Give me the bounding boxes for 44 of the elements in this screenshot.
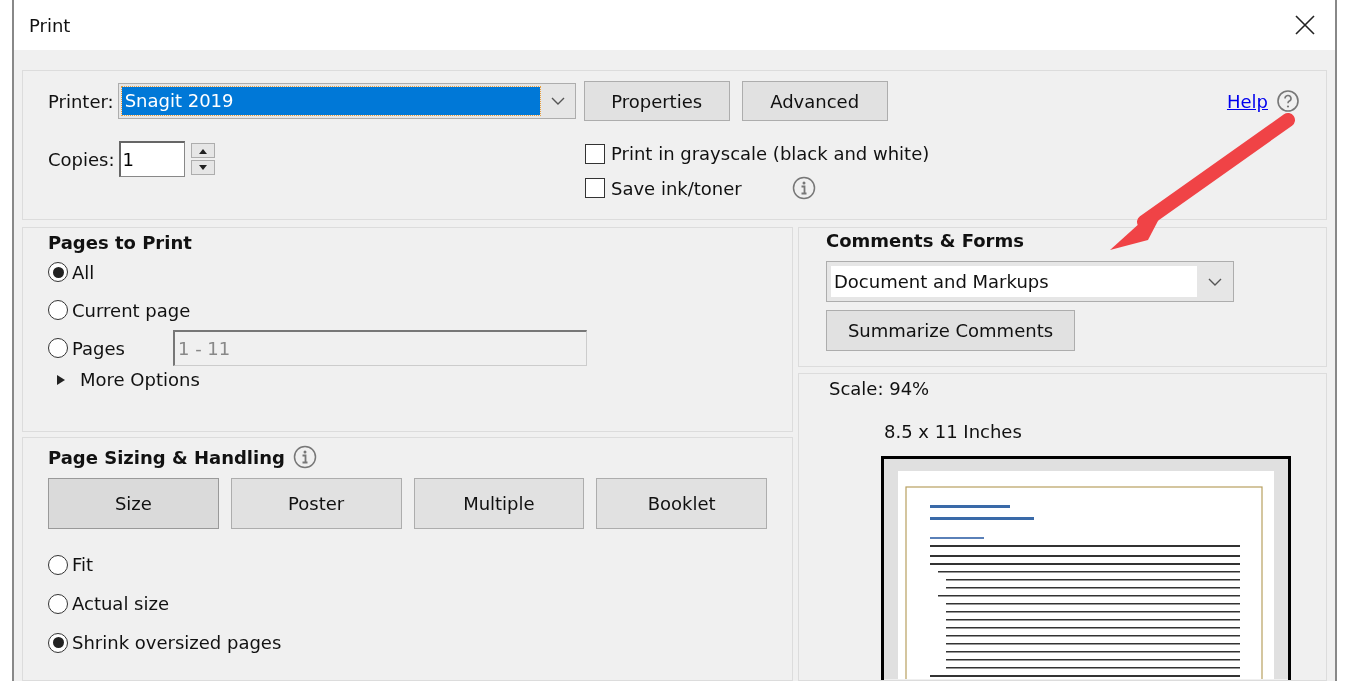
radio-button[interactable] <box>48 593 68 614</box>
radio-label: All <box>72 261 95 283</box>
copies-label: Copies: <box>48 148 115 170</box>
sizing-mode-button[interactable]: Size <box>48 478 219 529</box>
scale-text: Scale: 94% <box>829 378 930 399</box>
checkbox-label: Print in grayscale (black and white) <box>611 143 930 164</box>
checkbox[interactable] <box>585 178 605 198</box>
radio-button[interactable] <box>48 554 68 575</box>
radio-label: Actual size <box>72 593 169 614</box>
copies-field[interactable]: 1 <box>118 141 185 177</box>
radio-label: Shrink oversized pages <box>72 632 282 653</box>
section-title: Comments & Forms <box>826 230 1024 251</box>
radio-button[interactable] <box>48 300 68 320</box>
sizing-mode-button[interactable]: Poster <box>230 478 402 529</box>
close-icon[interactable] <box>1295 15 1315 35</box>
help-icon[interactable] <box>1276 89 1300 113</box>
checkbox[interactable] <box>585 143 605 164</box>
radio-button[interactable] <box>48 262 68 282</box>
help-link[interactable]: Help <box>1226 90 1268 112</box>
spinner[interactable] <box>190 143 215 175</box>
printer-dropdown[interactable]: Snagit 2019 <box>117 83 576 119</box>
comments-dropdown[interactable]: Document and Markups <box>826 261 1234 302</box>
radio-label: Current page <box>72 299 191 321</box>
more-options-toggle[interactable]: More Options <box>56 369 200 390</box>
sizing-mode-button[interactable]: Booklet <box>596 478 767 529</box>
summarize-comments-button[interactable]: Summarize Comments <box>826 310 1075 351</box>
chevron-down-icon[interactable] <box>549 96 566 106</box>
sizing-mode-button[interactable]: Multiple <box>413 478 585 529</box>
window-title: Print <box>29 14 71 36</box>
info-icon[interactable] <box>292 445 317 469</box>
section-title: Page Sizing & Handling <box>48 446 285 468</box>
radio-button[interactable] <box>48 338 68 358</box>
triangle-icon[interactable] <box>56 373 66 386</box>
radio-label: Fit <box>72 554 94 575</box>
section-title: Pages to Print <box>48 232 192 253</box>
paper-size-text: 8.5 x 11 Inches <box>884 421 1022 442</box>
radio-label: Pages <box>72 337 125 359</box>
properties-button[interactable]: Properties <box>583 81 730 121</box>
advanced-button[interactable]: Advanced <box>741 81 888 121</box>
checkbox-label: Save ink/toner <box>611 177 742 199</box>
chevron-down-icon[interactable] <box>1207 276 1223 287</box>
info-icon[interactable] <box>791 176 816 200</box>
printer-label: Printer: <box>48 90 114 112</box>
radio-button[interactable] <box>48 632 68 653</box>
